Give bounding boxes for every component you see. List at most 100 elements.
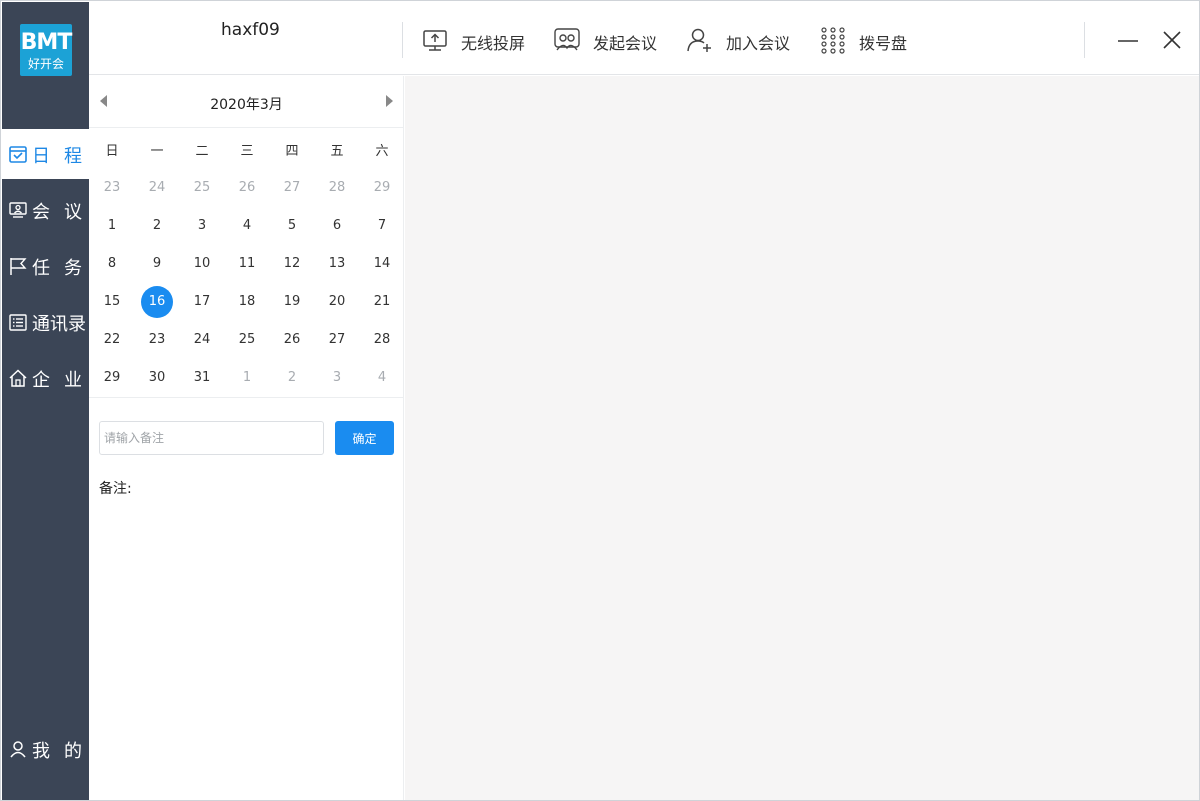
wireless-cast-label: 无线投屏 [461, 34, 526, 53]
dialpad-icon [821, 27, 845, 54]
main-content [405, 76, 1199, 800]
calendar-day-outside-month[interactable]: 24 [141, 172, 173, 204]
sidebar-item-meeting[interactable]: 会议 [2, 185, 89, 235]
calendar-day[interactable]: 26 [276, 324, 308, 356]
calendar-day-outside-month[interactable]: 29 [366, 172, 398, 204]
dialpad-button[interactable]: 拨号盘 [819, 24, 914, 56]
username: haxf09 [221, 20, 280, 40]
note-input[interactable] [99, 421, 324, 455]
start-meeting-label: 发起会议 [593, 34, 658, 53]
weekday-label: 六 [375, 144, 389, 159]
calendar-day[interactable]: 19 [276, 286, 308, 318]
calendar-day[interactable]: 31 [186, 362, 218, 394]
logo-text: 好开会 [27, 57, 64, 71]
contacts-icon [9, 314, 27, 331]
calendar-day[interactable]: 24 [186, 324, 218, 356]
calendar-day[interactable]: 20 [321, 286, 353, 318]
calendar-day[interactable]: 15 [96, 286, 128, 318]
top-toolbar: haxf09 无线投屏 发起会议 加入会议 拨号盘 [89, 2, 1199, 75]
calendar-day[interactable]: 18 [231, 286, 263, 318]
calendar-grid: 23 24 25 26 27 28 29 1 2 3 4 5 6 7 8 9 10 11 12 13 14 15 16 17 1… [89, 168, 404, 398]
sidebar-item-label: 会议 [32, 202, 96, 223]
calendar-day[interactable]: 3 [186, 210, 218, 242]
weekday-label: 二 [195, 144, 209, 159]
calendar-month-title: 2020年3月 [210, 97, 283, 113]
logo-mark: BMT [20, 30, 73, 55]
calendar-day-outside-month[interactable]: 4 [366, 362, 398, 394]
calendar-day[interactable]: 13 [321, 248, 353, 280]
sidebar-item-label: 日程 [32, 146, 96, 167]
sidebar-item-label: 任务 [32, 258, 96, 279]
calendar-day[interactable]: 29 [96, 362, 128, 394]
calendar-day[interactable]: 2 [141, 210, 173, 242]
calendar-day[interactable]: 12 [276, 248, 308, 280]
join-meeting-button[interactable]: 加入会议 [686, 24, 796, 56]
calendar-day[interactable]: 30 [141, 362, 173, 394]
wireless-cast-button[interactable]: 无线投屏 [421, 24, 531, 56]
calendar-day[interactable]: 1 [96, 210, 128, 242]
calendar-icon [9, 146, 27, 163]
calendar-day[interactable]: 5 [276, 210, 308, 242]
sidebar-item-contacts[interactable]: 通讯录 [2, 297, 89, 347]
calendar-day[interactable]: 28 [366, 324, 398, 356]
calendar-day[interactable]: 17 [186, 286, 218, 318]
user-icon [10, 741, 26, 758]
app-window: BMT 好开会 日程 会议 任务 通讯录 企业 我的 haxf09 无线投屏 发… [0, 0, 1200, 801]
sidebar-item-enterprise[interactable]: 企业 [2, 353, 89, 403]
join-meeting-label: 加入会议 [726, 34, 791, 53]
sidebar-item-schedule[interactable]: 日程 [2, 129, 89, 179]
calendar-day-outside-month[interactable]: 28 [321, 172, 353, 204]
start-meeting-button[interactable]: 发起会议 [553, 24, 663, 56]
weekday-label: 日 [105, 144, 119, 159]
calendar-day-outside-month[interactable]: 23 [96, 172, 128, 204]
note-label: 备注: [99, 481, 132, 497]
sidebar: BMT 好开会 日程 会议 任务 通讯录 企业 我的 [2, 2, 89, 800]
calendar-day-outside-month[interactable]: 1 [231, 362, 263, 394]
toolbar-divider [402, 22, 403, 58]
toolbar-divider [1084, 22, 1085, 58]
calendar-day[interactable]: 7 [366, 210, 398, 242]
sidebar-item-label: 我的 [32, 741, 96, 762]
dialpad-label: 拨号盘 [859, 34, 908, 53]
calendar-header: 2020年3月 [89, 76, 404, 128]
calendar-day-outside-month[interactable]: 3 [321, 362, 353, 394]
meeting-icon [9, 202, 27, 218]
calendar-day-outside-month[interactable]: 27 [276, 172, 308, 204]
weekday-label: 五 [330, 144, 344, 159]
calendar-day[interactable]: 22 [96, 324, 128, 356]
calendar-weekdays: 日一二三四五六 [89, 136, 404, 162]
sidebar-item-label: 通讯录 [32, 314, 86, 335]
calendar-day[interactable]: 4 [231, 210, 263, 242]
flag-icon [10, 258, 27, 275]
calendar-day-outside-month[interactable]: 2 [276, 362, 308, 394]
screen-cast-icon [423, 30, 447, 51]
sidebar-item-task[interactable]: 任务 [2, 241, 89, 291]
app-logo: BMT 好开会 [20, 24, 72, 76]
weekday-label: 三 [240, 144, 254, 159]
calendar-day[interactable]: 23 [141, 324, 173, 356]
calendar-day[interactable]: 16 [141, 286, 173, 318]
home-icon [9, 369, 27, 387]
calendar-panel: 2020年3月 日一二三四五六 23 24 25 26 27 28 29 1 2 3 4 5 6 7 8 9 1… [89, 76, 404, 800]
weekday-label: 四 [285, 144, 299, 159]
calendar-day-outside-month[interactable]: 25 [186, 172, 218, 204]
start-meeting-icon [554, 28, 580, 51]
calendar-day[interactable]: 6 [321, 210, 353, 242]
calendar-day[interactable]: 10 [186, 248, 218, 280]
calendar-day[interactable]: 8 [96, 248, 128, 280]
calendar-day[interactable]: 14 [366, 248, 398, 280]
calendar-day[interactable]: 25 [231, 324, 263, 356]
calendar-day[interactable]: 27 [321, 324, 353, 356]
close-icon[interactable] [1160, 28, 1184, 52]
sidebar-item-label: 企业 [32, 370, 96, 391]
weekday-label: 一 [150, 144, 164, 159]
caret-right-icon[interactable] [382, 92, 396, 110]
confirm-button[interactable]: 确定 [335, 421, 394, 455]
sidebar-item-profile[interactable]: 我的 [2, 724, 89, 774]
calendar-day-outside-month[interactable]: 26 [231, 172, 263, 204]
calendar-day[interactable]: 11 [231, 248, 263, 280]
calendar-day[interactable]: 9 [141, 248, 173, 280]
join-meeting-icon [687, 28, 711, 52]
calendar-day[interactable]: 21 [366, 286, 398, 318]
minimize-icon[interactable] [1116, 28, 1140, 52]
